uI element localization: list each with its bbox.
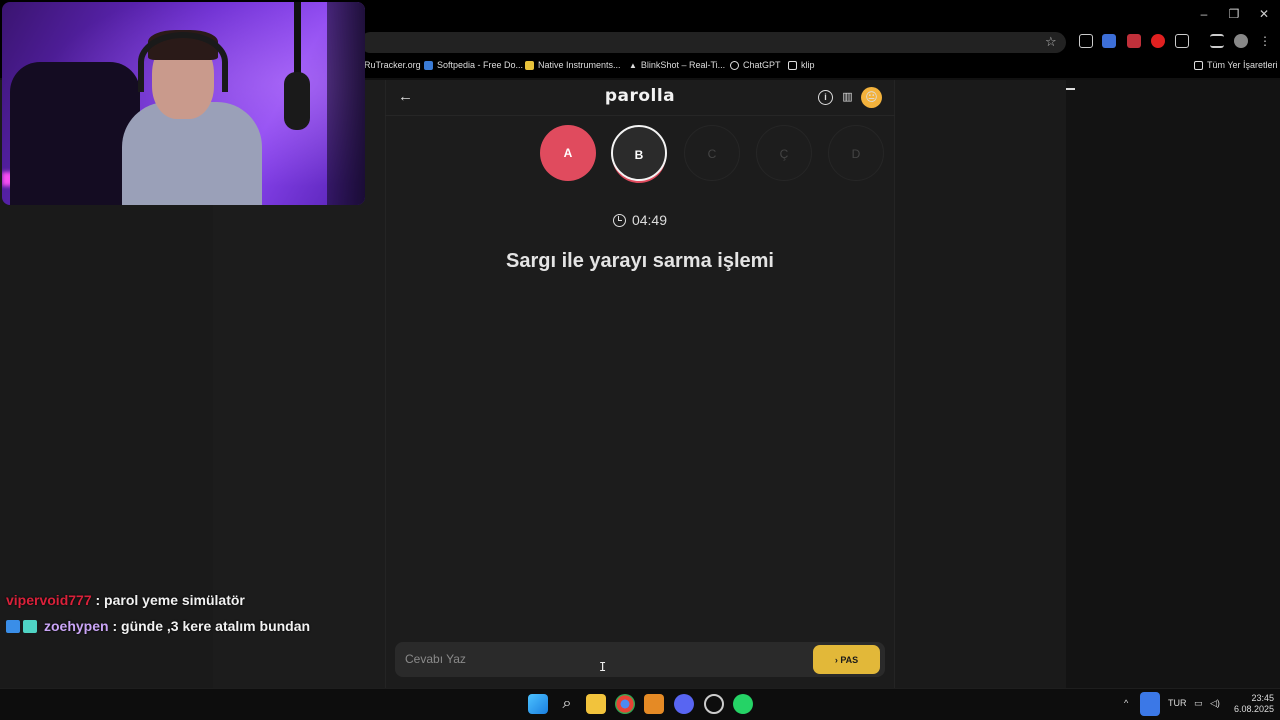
chat-text: : günde ,3 kere atalım bundan	[108, 618, 311, 634]
chat-message: vipervoid777 : parol yeme simülatör	[6, 592, 245, 608]
question-text: Sargı ile yarayı sarma işlemi	[506, 250, 774, 272]
timer-value: 04:49	[631, 212, 668, 228]
folder-icon	[525, 60, 534, 70]
extension-icon[interactable]	[1127, 34, 1141, 48]
translate-extension-icon[interactable]	[1102, 34, 1116, 48]
clock-icon	[612, 214, 626, 227]
folder-icon	[1194, 60, 1203, 70]
bookmark-klip[interactable]: klip	[788, 60, 815, 70]
microphone-icon	[284, 72, 310, 130]
discord-icon[interactable]	[674, 694, 694, 714]
profile-avatar-icon[interactable]	[1234, 34, 1248, 48]
timer: 04:49	[385, 212, 895, 228]
bookmark-star-icon[interactable]: ☆	[1045, 34, 1057, 50]
panel-handle[interactable]	[1066, 88, 1075, 90]
close-button[interactable]: ✕	[1254, 6, 1274, 22]
restore-button[interactable]: ❐	[1224, 6, 1244, 22]
info-icon[interactable]: i	[818, 90, 833, 105]
letter-circle-d: D	[828, 125, 884, 181]
microphone-tray-icon[interactable]	[1140, 692, 1160, 716]
chat-badge-icon	[23, 620, 37, 633]
folder-icon	[788, 60, 797, 70]
whatsapp-icon[interactable]	[733, 694, 753, 714]
chat-username: zoehypen	[44, 618, 109, 634]
right-panel	[1066, 80, 1280, 688]
bookmark-chatgpt[interactable]: ChatGPT	[730, 60, 781, 70]
letter-circle-b: B	[611, 125, 667, 181]
tray-chevron-icon[interactable]: ^	[1124, 698, 1128, 708]
fl-studio-icon[interactable]	[644, 694, 664, 714]
extension-icon[interactable]	[1079, 34, 1093, 48]
letter-circle-c-cedilla: Ç	[756, 125, 812, 181]
chrome-icon[interactable]	[615, 694, 635, 714]
media-controls-icon[interactable]	[1210, 34, 1224, 48]
text-cursor-icon: I	[599, 660, 607, 674]
headset-icon	[138, 32, 228, 92]
chatgpt-icon	[730, 60, 739, 70]
record-extension-icon[interactable]	[1151, 34, 1165, 48]
pass-button[interactable]: › PAS	[813, 645, 880, 674]
mic-arm	[294, 2, 301, 77]
network-icon[interactable]: ▭	[1194, 698, 1203, 709]
screen: – ❐ ✕ ☆ ⋮ RuTracker.org Softpedia - Free…	[0, 0, 1280, 720]
chat-badge-icon	[6, 620, 20, 633]
letter-circle-a: A	[540, 125, 596, 181]
bookmark-softpedia[interactable]: Softpedia - Free Do...	[424, 60, 523, 70]
bookmark-rutracker[interactable]: RuTracker.org	[364, 60, 421, 70]
chat-text: : parol yeme simülatör	[91, 592, 245, 608]
address-bar[interactable]	[360, 32, 1066, 53]
bookmark-native-instruments[interactable]: Native Instruments...	[525, 60, 621, 70]
chat-username: vipervoid777	[6, 592, 92, 608]
webcam-overlay	[2, 2, 365, 205]
blinkshot-icon: ▲	[629, 60, 637, 70]
bookmark-blinkshot[interactable]: ▲ BlinkShot – Real-Ti...	[629, 60, 725, 70]
minimize-button[interactable]: –	[1194, 6, 1214, 22]
menu-dots-icon[interactable]: ⋮	[1258, 34, 1272, 48]
gaming-chair	[10, 62, 140, 205]
stats-icon[interactable]: ▥	[840, 90, 855, 105]
language-indicator[interactable]: TUR	[1168, 698, 1187, 708]
all-bookmarks[interactable]: Tüm Yer İşaretleri	[1194, 60, 1278, 70]
windows-start-icon[interactable]	[528, 694, 548, 714]
avatar[interactable]: 😐	[861, 87, 882, 108]
softpedia-icon	[424, 60, 433, 70]
volume-icon[interactable]: ◁)	[1210, 698, 1220, 709]
taskbar	[0, 688, 1280, 720]
file-explorer-icon[interactable]	[586, 694, 606, 714]
letter-circle-c: C	[684, 125, 740, 181]
taskbar-clock[interactable]: 23:45 6.08.2025	[1230, 693, 1274, 715]
app-icon[interactable]	[704, 694, 724, 714]
search-icon[interactable]: ⌕	[557, 694, 577, 714]
chat-message: zoehypen : günde ,3 kere atalım bundan	[6, 618, 310, 634]
extensions-puzzle-icon[interactable]	[1175, 34, 1189, 48]
